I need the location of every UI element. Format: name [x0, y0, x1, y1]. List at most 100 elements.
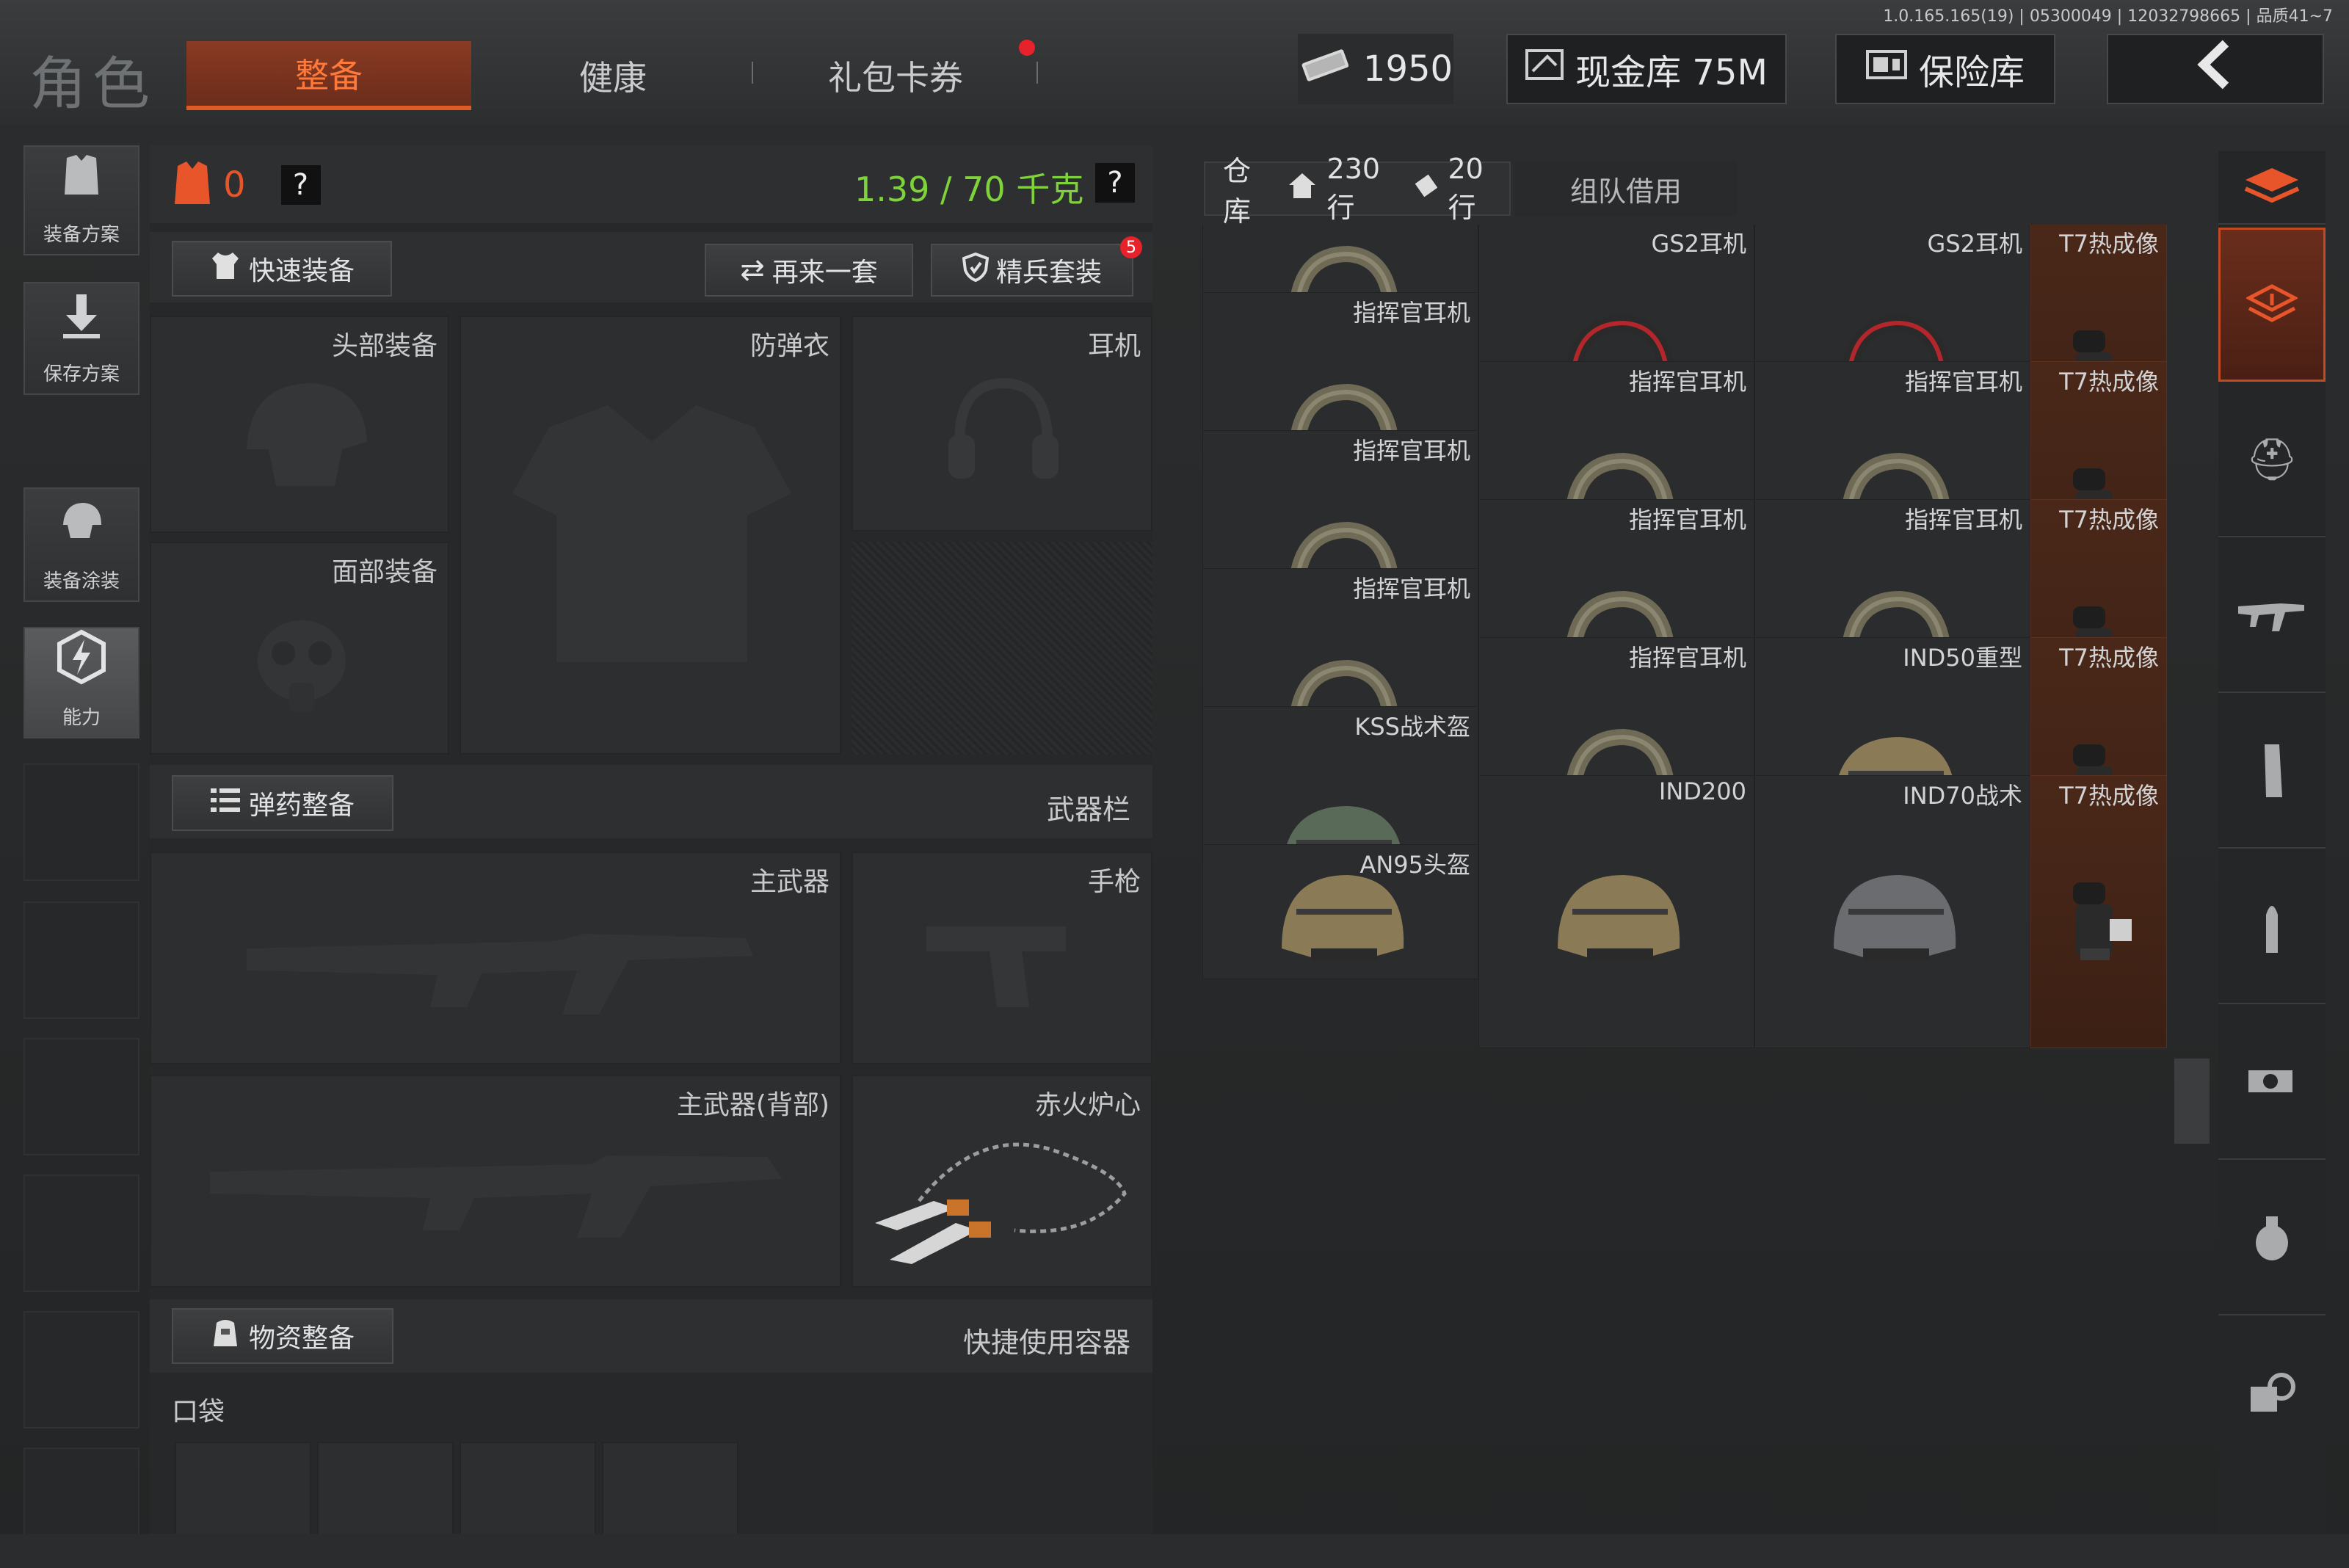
inventory-item[interactable]: IND70战术 — [1754, 775, 2030, 1048]
elite-badge: 5 — [1120, 236, 1142, 258]
inventory-item[interactable]: IND200 — [1478, 775, 1754, 1048]
shirt-icon — [209, 251, 242, 287]
melee-slot-label: 赤火炉心 — [1034, 1090, 1141, 1120]
category-ammo[interactable] — [2218, 850, 2326, 1004]
face-slot[interactable]: 面部装备 — [150, 542, 449, 755]
helmet-icon — [1479, 798, 1754, 1048]
pouch-icon — [211, 1317, 240, 1356]
tab-gift-cards[interactable]: 礼包卡券 — [778, 41, 1013, 110]
item-name: 指挥官耳机 — [1352, 575, 1470, 603]
armor-count: 0 — [223, 164, 246, 206]
headset-silhouette-icon — [948, 377, 1059, 479]
category-all[interactable] — [2218, 151, 2326, 225]
vest-silhouette-icon — [512, 405, 791, 662]
inventory-item[interactable]: T7热成像 — [2030, 775, 2167, 1048]
equipment-skin-button[interactable]: 装备涂装 — [23, 487, 139, 602]
safe-vault-button[interactable]: 保险库 — [1835, 34, 2055, 104]
tab-health[interactable]: 健康 — [514, 41, 712, 110]
storage-extra-rows: 20行 — [1448, 152, 1484, 224]
pocket-slot[interactable] — [602, 1442, 738, 1537]
pistol-slot[interactable]: 手枪 — [852, 852, 1152, 1064]
item-name: GS2耳机 — [1651, 230, 1746, 258]
item-name: IND200 — [1658, 777, 1746, 805]
item-name: KSS战术盔 — [1354, 713, 1470, 741]
elite-set-button[interactable]: 精兵套装 — [931, 244, 1133, 297]
pocket-label: 口袋 — [172, 1397, 225, 1427]
loadout-plan-button[interactable]: 装备方案 — [23, 145, 139, 255]
item-name: 指挥官耳机 — [1904, 368, 2022, 396]
loadout-panel: 0 ? 1.39 / 70 千克 ? 快速装备 ⇄ 再来一套 精兵套装 5 头部… — [150, 145, 1152, 1537]
chain-blade-icon — [875, 1142, 1127, 1264]
cash-vault-button[interactable]: 现金库 75M — [1506, 34, 1787, 104]
pocket-slot[interactable] — [317, 1442, 454, 1537]
storage-tab[interactable]: 仓库 230行 20行 — [1204, 153, 1511, 228]
shield-icon — [962, 252, 990, 288]
tab-divider — [1036, 62, 1038, 84]
empty-rail-slot — [23, 1175, 139, 1292]
category-misc[interactable] — [2218, 1317, 2326, 1471]
rifle-icon — [2238, 603, 2304, 631]
item-name: IND70战术 — [1903, 782, 2022, 810]
head-slot-label: 头部装备 — [331, 331, 438, 361]
item-name: T7热成像 — [2059, 230, 2159, 258]
category-storage[interactable] — [2218, 228, 2326, 382]
storage-header: 仓库 230行 20行 组队借用 — [1199, 151, 2220, 228]
pocket-slot[interactable] — [460, 1442, 596, 1537]
pistol-silhouette-icon — [926, 926, 1066, 1007]
back-button[interactable] — [2107, 34, 2324, 104]
bullet-icon — [2266, 906, 2278, 953]
quick-equip-button[interactable]: 快速装备 — [172, 241, 392, 297]
weight-help-button[interactable]: ? — [1095, 163, 1135, 203]
app-root: 1.0.165.165(19) | 05300049 | 12032798665… — [0, 0, 2349, 1568]
safe-icon — [1865, 48, 1907, 90]
category-magazines[interactable] — [2218, 694, 2326, 849]
ammo-prep-button[interactable]: 弹药整备 — [172, 775, 393, 831]
abilities-button[interactable]: 能力 — [23, 627, 139, 738]
item-name: T7热成像 — [2059, 782, 2159, 810]
head-slot[interactable]: 头部装备 — [150, 316, 449, 533]
gas-mask-silhouette-icon — [258, 620, 346, 712]
headset-slot[interactable]: 耳机 — [852, 316, 1152, 531]
melee-slot[interactable]: 赤火炉心 — [852, 1075, 1152, 1288]
scrollbar-thumb[interactable] — [2174, 1059, 2210, 1144]
back-weapon-slot[interactable]: 主武器(背部) — [150, 1075, 841, 1288]
save-plan-button[interactable]: 保存方案 — [23, 282, 139, 395]
pocket-slot[interactable] — [175, 1442, 311, 1537]
tab-divider — [752, 62, 753, 84]
primary-weapon-label: 主武器 — [749, 867, 829, 897]
storage-rows: 230行 — [1326, 152, 1381, 224]
thermal-scope-icon — [2031, 798, 2166, 1048]
refresh-icon: ⇄ — [740, 253, 765, 287]
cash-vault-label: 现金库 75M — [1575, 52, 1768, 93]
storage-grid: GS2耳机 GS2耳机 T7热成像 指挥官耳机 指挥官耳机 指挥官耳机 T7热成像 指挥官耳机… — [1202, 225, 2171, 1539]
item-name: 指挥官耳机 — [1352, 437, 1470, 465]
category-attachments[interactable] — [2218, 1006, 2326, 1160]
primary-weapon-slot[interactable]: 主武器 — [150, 852, 841, 1064]
supplies-icon — [2251, 1373, 2295, 1412]
helmet-icon — [1203, 867, 1478, 979]
inventory-item[interactable]: AN95头盔 — [1202, 844, 1478, 979]
home-icon — [1288, 172, 1317, 206]
another-set-button[interactable]: ⇄ 再来一套 — [705, 244, 913, 297]
category-column: ⛑ — [2218, 151, 2326, 1539]
category-weapons[interactable] — [2218, 539, 2326, 693]
item-name: GS2耳机 — [1927, 230, 2022, 258]
stack-in-icon — [2246, 284, 2298, 322]
team-borrow-tab[interactable]: 组队借用 — [1515, 161, 1737, 216]
magazine-icon — [2265, 744, 2282, 797]
supplies-prep-button[interactable]: 物资整备 — [172, 1308, 393, 1364]
armor-icon — [172, 160, 213, 210]
empty-rail-slot — [23, 1038, 139, 1155]
back-weapon-label: 主武器(背部) — [676, 1090, 829, 1120]
helmet-icon — [1755, 798, 2030, 1048]
category-grenades[interactable] — [2218, 1161, 2326, 1315]
helmet-icon: ⛑ — [2245, 436, 2298, 484]
category-headgear[interactable]: ⛑ — [2218, 383, 2326, 537]
help-button[interactable]: ? — [280, 165, 321, 205]
body-armor-slot[interactable]: 防弹衣 — [460, 316, 841, 755]
item-name: T7热成像 — [2059, 644, 2159, 672]
tab-equip[interactable]: 整备 — [186, 41, 471, 110]
body-armor-slot-label: 防弹衣 — [749, 331, 829, 361]
weight-display: 1.39 / 70 千克 — [854, 170, 1084, 209]
ticket-icon — [1299, 47, 1351, 91]
